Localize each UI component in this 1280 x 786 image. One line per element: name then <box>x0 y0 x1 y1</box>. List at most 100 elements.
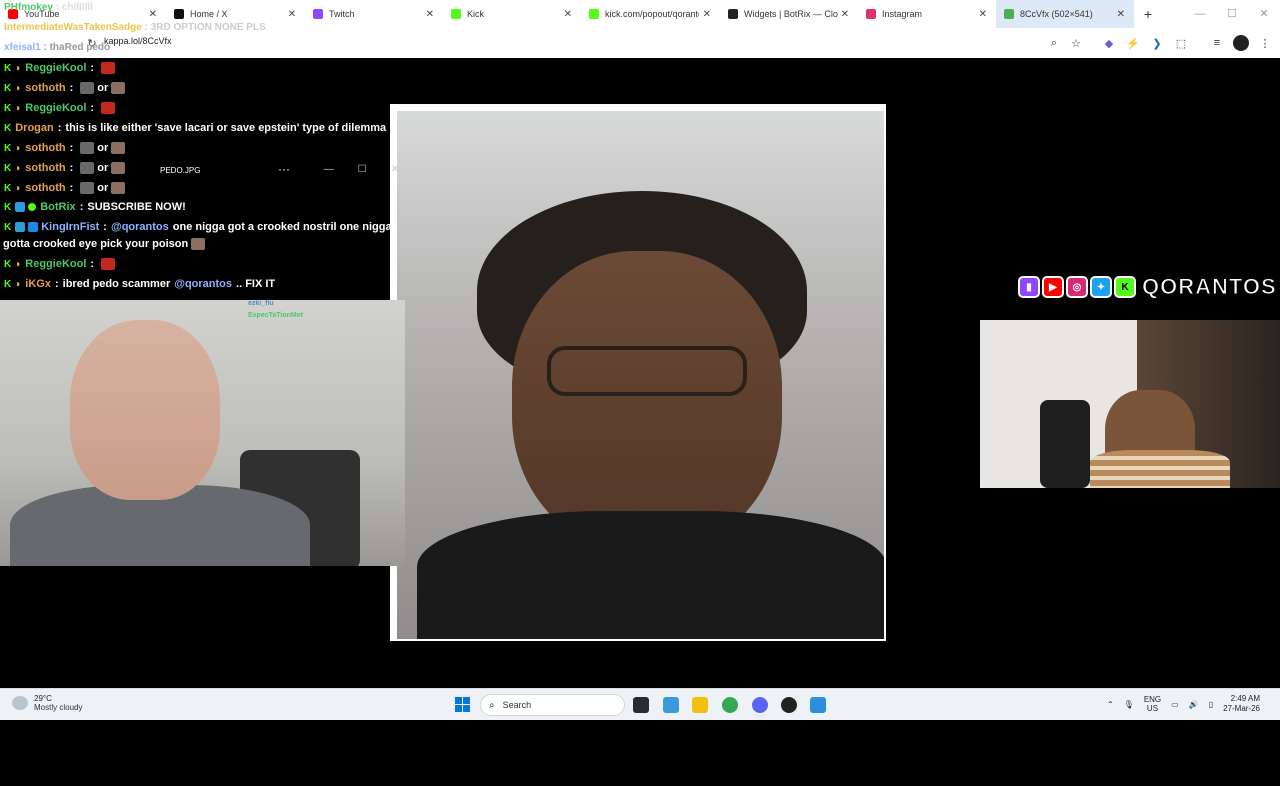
image-shirt <box>417 511 884 639</box>
kick-badge-icon: K <box>4 102 12 114</box>
tab-twitch[interactable]: Twitch ✕ <box>305 0 443 28</box>
chat-mention: @qorantos <box>110 221 169 233</box>
media-control-icon[interactable]: ≡ <box>1209 35 1225 51</box>
chat-username[interactable]: KingIrnFist <box>41 221 99 233</box>
extensions-puzzle-icon[interactable]: ⬚ <box>1173 35 1189 51</box>
extension-1-icon[interactable]: ◆ <box>1101 35 1117 51</box>
banana-badge-icon: ◗ <box>15 278 22 290</box>
chevron-up-icon[interactable]: ⌃ <box>1107 700 1114 709</box>
chat-username[interactable]: sothoth <box>25 182 65 194</box>
copilot-icon[interactable] <box>663 697 679 713</box>
tab-close-icon[interactable]: ✕ <box>288 9 296 20</box>
tab-instagram[interactable]: Instagram ✕ <box>858 0 996 28</box>
chat-username[interactable]: sothoth <box>25 162 65 174</box>
profile-avatar-icon[interactable] <box>1233 35 1249 51</box>
zoom-icon[interactable]: ⌕ <box>1046 35 1062 51</box>
chat-username[interactable]: sothoth <box>25 82 65 94</box>
extension-3-icon[interactable]: ❯ <box>1149 35 1165 51</box>
overlay-chat-line: PHfmokey : chillllll <box>4 2 93 13</box>
kick-badge-icon: K <box>4 221 12 233</box>
social-brand-strip: ▮ ▶ ◎ ✦ K QORANTOS <box>1018 272 1277 302</box>
chrome-icon[interactable] <box>722 697 738 713</box>
taskbar-search[interactable]: ⌕ Search <box>480 694 625 716</box>
windows-taskbar: 29°C Mostly cloudy ⌕ Search ⌃ 🎙 ENG US ▭… <box>0 688 1280 720</box>
chat-separator: : <box>69 82 74 94</box>
chat-message: K KingIrnFist : @qorantos one nigga got … <box>4 221 392 233</box>
tab-kick-popout[interactable]: kick.com/popout/qorantos ✕ <box>581 0 720 28</box>
weather-widget[interactable]: 29°C Mostly cloudy <box>12 694 82 712</box>
extension-2-icon[interactable]: ⚡ <box>1125 35 1141 51</box>
overlay-text: thaRed pedo <box>49 42 111 53</box>
chat-message-continuation: gotta crooked eye pick your poison <box>3 238 208 250</box>
chat-username[interactable]: BotRix <box>40 201 75 213</box>
overlay-chat-line: xfeisal1 : thaRed pedo <box>4 42 111 53</box>
webcam-person-shirt <box>1090 450 1230 488</box>
chat-username[interactable]: iKGx <box>25 278 51 290</box>
tab-kick[interactable]: Kick ✕ <box>443 0 581 28</box>
tab-close-icon[interactable]: ✕ <box>703 9 711 20</box>
chat-text: this is like either 'save lacari or save… <box>65 122 387 134</box>
chat-separator: : <box>90 102 95 114</box>
app-icon[interactable] <box>810 697 826 713</box>
monitor-icon[interactable]: ▭ <box>1171 700 1179 709</box>
minimize-button[interactable]: — <box>324 164 334 175</box>
image-tab-icon <box>1004 9 1014 19</box>
tab-close-icon[interactable]: ✕ <box>841 9 849 20</box>
banana-badge-icon: ◗ <box>15 82 22 94</box>
webcam-chair <box>1040 400 1090 488</box>
tab-close-icon[interactable]: ✕ <box>564 9 572 20</box>
maximize-button[interactable]: ☐ <box>358 164 367 175</box>
tab-label: Home / X <box>190 9 228 19</box>
chat-username[interactable]: ReggieKool <box>25 102 86 114</box>
chat-username[interactable]: ReggieKool <box>25 258 86 270</box>
tab-close-icon[interactable]: ✕ <box>149 9 157 20</box>
more-options-icon[interactable]: ··· <box>278 162 290 176</box>
chat-message: K ◗ ReggieKool : <box>4 102 118 114</box>
obs-icon[interactable] <box>781 697 797 713</box>
kick-badge-icon: K <box>4 201 12 213</box>
url-field[interactable]: kappa.lol/8CcVfx <box>104 36 172 46</box>
chat-username[interactable]: Drogan <box>15 122 54 134</box>
windows-start-icon[interactable] <box>455 697 470 712</box>
close-button[interactable]: ✕ <box>1248 0 1280 28</box>
close-button[interactable]: ✕ <box>391 164 399 175</box>
chat-separator: : <box>69 162 74 174</box>
chat-separator: : <box>90 258 95 270</box>
microphone-icon[interactable]: 🎙 <box>1124 700 1134 709</box>
tab-botrix[interactable]: Widgets | BotRix — Cloud ✕ <box>720 0 858 28</box>
chat-text: ibred pedo scammer <box>62 278 171 290</box>
chat-separator: : <box>69 142 74 154</box>
battery-icon[interactable]: ▯ <box>1209 700 1213 709</box>
tab-close-icon[interactable]: ✕ <box>979 9 987 20</box>
chat-username[interactable]: ReggieKool <box>25 62 86 74</box>
task-view-icon[interactable] <box>633 697 649 713</box>
bookmark-star-icon[interactable]: ☆ <box>1068 35 1084 51</box>
kick-badge-icon: K <box>4 62 12 74</box>
verified-badge-icon <box>28 203 37 211</box>
new-tab-button[interactable]: + <box>1134 6 1162 22</box>
stream-canvas: K ◗ ReggieKool : K ◗ sothoth : or K ◗ Re… <box>0 58 1280 688</box>
twitch-icon <box>313 9 323 19</box>
discord-icon[interactable] <box>752 697 768 713</box>
emote-icon <box>111 162 126 174</box>
emote-icon <box>80 142 95 154</box>
volume-icon[interactable]: 🔊 <box>1189 700 1199 709</box>
file-explorer-icon[interactable] <box>692 697 708 713</box>
language-indicator[interactable]: ENG US <box>1144 695 1161 713</box>
bot-badge-icon <box>15 222 26 232</box>
tab-close-icon[interactable]: ✕ <box>1117 9 1125 20</box>
clock[interactable]: 2:49 AM 27-Mar-26 <box>1223 694 1260 714</box>
youtube-icon: ▶ <box>1042 276 1064 298</box>
chat-message: K ◗ sothoth : or <box>4 182 128 194</box>
minimize-button[interactable]: — <box>1184 0 1216 28</box>
kick-icon <box>451 9 461 19</box>
tab-label: Kick <box>467 9 485 19</box>
maximize-button[interactable]: ☐ <box>1216 0 1248 28</box>
instagram-icon <box>866 9 876 19</box>
browser-menu-icon[interactable]: ⋮ <box>1257 35 1273 51</box>
chat-text: or <box>97 162 109 174</box>
chat-username[interactable]: sothoth <box>25 142 65 154</box>
tab-image[interactable]: 8CcVfx (502×541) ✕ <box>996 0 1134 28</box>
tab-close-icon[interactable]: ✕ <box>426 9 434 20</box>
window-title: PEDO.JPG <box>160 166 201 175</box>
